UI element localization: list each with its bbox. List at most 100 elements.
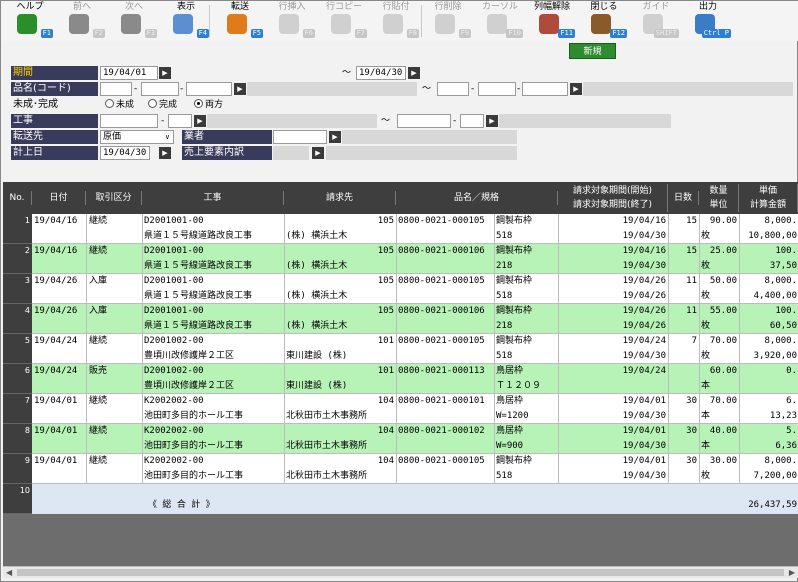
cell-end[interactable]: 19/04/30 — [560, 409, 666, 423]
cell-unit[interactable]: 枚 — [701, 259, 737, 273]
cell-qty[interactable]: 50.00 — [701, 274, 737, 288]
cell-name[interactable]: 鳥居枠 — [496, 394, 558, 408]
cell-bill[interactable]: 北秋田市土木事務所 — [286, 439, 394, 453]
scroll-left-icon[interactable]: ◀ — [6, 568, 12, 577]
period-from-picker-icon[interactable]: ▶ — [159, 67, 171, 79]
cell-item[interactable]: 0800-0021-000113 — [398, 364, 493, 378]
cell-site[interactable]: 池田町多目的ホール工事 — [144, 409, 284, 423]
cell-start[interactable]: 19/04/24 — [560, 364, 666, 378]
table-row[interactable]: 8 19/04/01 継続 K2002002-00 池田町多目的ホール工事 104 北秋田市… — [3, 424, 798, 454]
cell-spec[interactable]: 518 — [496, 349, 558, 363]
cell-start[interactable]: 19/04/24 — [560, 334, 666, 348]
table-row[interactable]: 9 19/04/01 継続 K2002002-00 池田町多目的ホール工事 104 北秋田市… — [3, 454, 798, 484]
item-from-part1[interactable] — [100, 82, 132, 96]
period-from-input[interactable]: 19/04/01 — [100, 66, 158, 80]
column-header-item[interactable]: 品名／規格 — [396, 191, 558, 205]
cell-date[interactable]: 19/04/24 — [34, 364, 86, 378]
cell-code[interactable]: K2002002-00 — [144, 424, 284, 438]
cell-bill[interactable]: (株) 横浜土木 — [286, 289, 394, 303]
cell-unit[interactable]: 枚 — [701, 319, 737, 333]
cell-site[interactable]: 県道１５号線道路改良工事 — [144, 229, 284, 243]
cell-end[interactable]: 19/04/30 — [560, 349, 666, 363]
cell-date[interactable]: 19/04/26 — [34, 304, 86, 318]
cell-type[interactable]: 入庫 — [89, 274, 141, 288]
cell-days[interactable]: 15 — [670, 244, 697, 258]
cell-type[interactable]: 継続 — [89, 394, 141, 408]
cell-unit[interactable]: 枚 — [701, 229, 737, 243]
cell-qty[interactable]: 55.00 — [701, 304, 737, 318]
cell-price[interactable]: 8,000. — [741, 214, 797, 228]
column-header-qty1[interactable]: 数量 — [699, 184, 739, 198]
scroll-thumb[interactable] — [17, 569, 784, 576]
column-header-price2[interactable]: 計算金額 — [739, 198, 798, 212]
cell-amount[interactable]: 10,800,00 — [741, 229, 797, 243]
column-header-no[interactable]: No. — [3, 191, 32, 205]
cell-start[interactable]: 19/04/16 — [560, 244, 666, 258]
toolbar-button-printer[interactable]: 出力 Ctrl P — [683, 2, 733, 40]
cell-code[interactable]: D2001001-00 — [144, 244, 284, 258]
cell-billno[interactable]: 105 — [286, 244, 394, 258]
cell-date[interactable]: 19/04/16 — [34, 214, 86, 228]
toolbar-button-help[interactable]: ヘルプ F1 — [5, 2, 55, 40]
new-button[interactable]: 新規 — [569, 43, 616, 59]
sales-breakdown-input[interactable] — [273, 146, 309, 160]
item-from-part2[interactable] — [141, 82, 179, 96]
cell-unit[interactable]: 枚 — [701, 289, 737, 303]
toolbar-button-magnifier[interactable]: 表示 F4 — [161, 2, 211, 40]
cell-type[interactable]: 継続 — [89, 454, 141, 468]
status-radio-incomplete[interactable]: 未成 — [105, 98, 134, 112]
cell-code[interactable]: D2001002-00 — [144, 364, 284, 378]
cell-days[interactable]: 30 — [670, 394, 697, 408]
cell-qty[interactable]: 70.00 — [701, 334, 737, 348]
cell-name[interactable]: 鋼製布枠 — [496, 214, 558, 228]
cell-site[interactable]: 県道１５号線道路改良工事 — [144, 259, 284, 273]
cell-price[interactable]: 8,000. — [741, 274, 797, 288]
cell-name[interactable]: 鋼製布枠 — [496, 334, 558, 348]
toolbar-button-column-width-reset[interactable]: 列幅解除 F11 — [527, 2, 577, 40]
cell-qty[interactable]: 25.00 — [701, 244, 737, 258]
cell-days[interactable]: 11 — [670, 274, 697, 288]
cell-name[interactable]: 鳥居枠 — [496, 364, 558, 378]
cell-qty[interactable]: 90.00 — [701, 214, 737, 228]
cell-spec[interactable]: W=900 — [496, 439, 558, 453]
table-row[interactable]: 2 19/04/16 継続 D2001001-00 県道１５号線道路改良工事 105 (株)… — [3, 244, 798, 274]
toolbar-button-row-paste[interactable]: 行貼付 F8 — [371, 2, 421, 40]
cell-code[interactable]: D2001001-00 — [144, 304, 284, 318]
cell-amount[interactable]: 7,200,00 — [741, 469, 797, 483]
table-row[interactable]: 4 19/04/26 入庫 D2001001-00 県道１５号線道路改良工事 105 (株)… — [3, 304, 798, 334]
cell-type[interactable]: 入庫 — [89, 304, 141, 318]
cell-site[interactable]: 豊頃川改修護岸２工区 — [144, 349, 284, 363]
toolbar-button-guide-bulb[interactable]: ガイド SHIFT — [631, 2, 681, 40]
cell-name[interactable]: 鋼製布枠 — [496, 454, 558, 468]
cell-item[interactable]: 0800-0021-000105 — [398, 334, 493, 348]
work-from-input[interactable] — [100, 114, 158, 128]
vendor-input[interactable] — [273, 130, 327, 144]
cell-billno[interactable]: 104 — [286, 454, 394, 468]
toolbar-button-row-insert[interactable]: 行挿入 F6 — [267, 2, 317, 40]
cell-end[interactable]: 19/04/26 — [560, 319, 666, 333]
item-from-part3[interactable] — [186, 82, 232, 96]
work-from-branch[interactable] — [168, 114, 192, 128]
cell-code[interactable]: K2002002-00 — [144, 394, 284, 408]
cell-unit[interactable]: 本 — [701, 409, 737, 423]
cell-date[interactable]: 19/04/01 — [34, 394, 86, 408]
cell-qty[interactable]: 40.00 — [701, 424, 737, 438]
item-to-part2[interactable] — [478, 82, 516, 96]
cell-date[interactable]: 19/04/01 — [34, 454, 86, 468]
cell-price[interactable]: 6. — [741, 394, 797, 408]
cell-item[interactable]: 0800-0021-000106 — [398, 244, 493, 258]
cell-spec[interactable]: Ｔ１２０９ — [496, 379, 558, 393]
cell-unit[interactable]: 枚 — [701, 469, 737, 483]
posting-date-input[interactable]: 19/04/30 — [100, 146, 150, 160]
toolbar-button-back-arrow[interactable]: 前へ F2 — [57, 2, 107, 40]
cell-code[interactable]: D2001001-00 — [144, 214, 284, 228]
cell-start[interactable]: 19/04/01 — [560, 424, 666, 438]
cell-days[interactable]: 30 — [670, 454, 697, 468]
cell-end[interactable]: 19/04/30 — [560, 469, 666, 483]
cell-date[interactable]: 19/04/26 — [34, 274, 86, 288]
toolbar-button-row-delete[interactable]: 行削除 F9 — [423, 2, 473, 40]
work-to-input[interactable] — [397, 114, 451, 128]
cell-site[interactable]: 池田町多目的ホール工事 — [144, 469, 284, 483]
cell-bill[interactable]: 東川建設 (株) — [286, 379, 394, 393]
sales-breakdown-picker-icon[interactable]: ▶ — [312, 147, 324, 159]
